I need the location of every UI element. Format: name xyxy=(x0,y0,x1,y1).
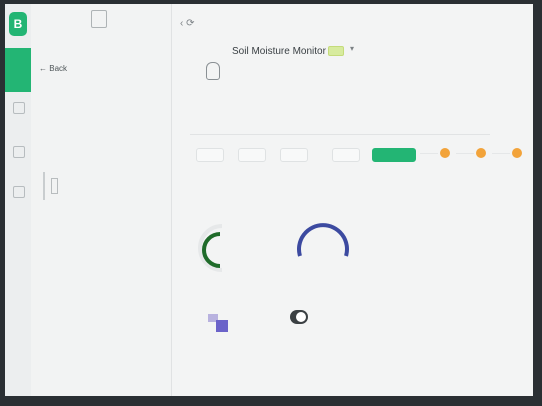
circle-dot-icon[interactable] xyxy=(440,148,450,158)
dot-connector xyxy=(492,153,510,154)
timeframe-2[interactable] xyxy=(238,148,266,162)
active-rail-item[interactable] xyxy=(5,48,31,92)
back-label: Back xyxy=(49,64,68,73)
gauge-1 xyxy=(198,224,223,272)
rail-icon-3[interactable] xyxy=(13,186,25,198)
page-title: Soil Moisture Monitor xyxy=(232,46,326,57)
device-icon xyxy=(51,178,58,194)
blynk-logo[interactable]: B xyxy=(9,12,27,36)
toggle-switch-2[interactable] xyxy=(290,310,308,324)
main-content: ‹ ⟳ Soil Moisture Monitor ▾ xyxy=(172,4,533,396)
gauge-arc xyxy=(297,223,349,257)
tabs xyxy=(190,120,490,135)
rail-icon-2[interactable] xyxy=(13,146,25,158)
chevron-left-icon[interactable]: ‹ xyxy=(180,18,183,29)
timeframe-1[interactable] xyxy=(196,148,224,162)
gauge-arc xyxy=(202,232,221,268)
circle-dot-icon[interactable] xyxy=(476,148,486,158)
timeframe-selected[interactable] xyxy=(372,148,416,162)
arrow-left-icon: ← xyxy=(39,64,47,73)
rail-icon-1[interactable] xyxy=(13,102,25,114)
device-list-item[interactable] xyxy=(43,172,163,200)
left-rail: B xyxy=(5,4,32,396)
chevron-down-icon[interactable]: ▾ xyxy=(350,44,354,53)
gauge-2 xyxy=(297,223,349,257)
app-screen: B ← Back ‹ ⟳ Soil Moisture Monitor ▾ xyxy=(5,4,533,396)
dot-connector xyxy=(456,153,474,154)
status-badge xyxy=(328,46,344,56)
refresh-icon[interactable]: ⟳ xyxy=(186,18,194,29)
timeframe-4[interactable] xyxy=(332,148,360,162)
top-toolbar: ‹ ⟳ xyxy=(180,18,195,29)
dot-connector xyxy=(420,153,438,154)
selected-indicator xyxy=(43,172,45,200)
toggle-switch-1[interactable] xyxy=(208,314,228,332)
back-button[interactable]: ← Back xyxy=(39,64,67,73)
side-panel: ← Back xyxy=(31,4,172,396)
device-icon xyxy=(206,62,220,80)
organization-icon xyxy=(91,10,107,28)
timeframe-3[interactable] xyxy=(280,148,308,162)
circle-dot-icon[interactable] xyxy=(512,148,522,158)
